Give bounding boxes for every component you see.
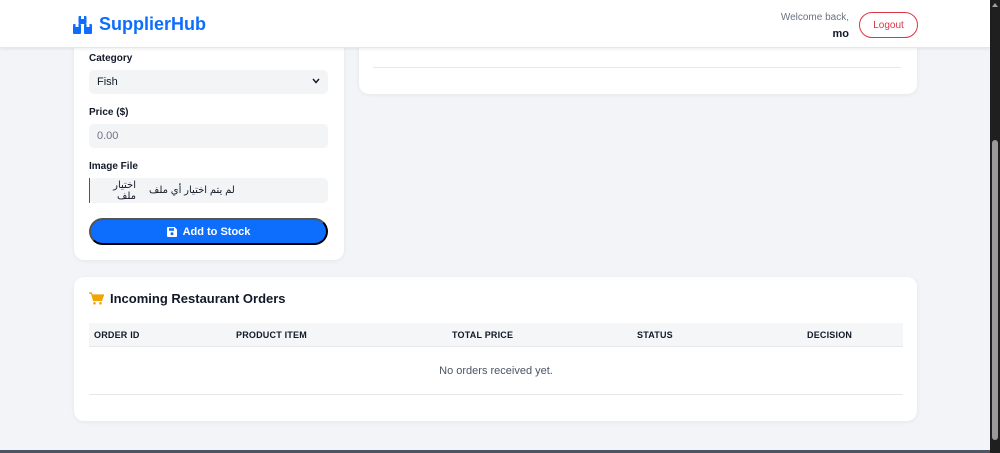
choose-file-button[interactable]: اختيار ملف [89, 178, 143, 203]
image-file-input[interactable]: اختيار ملف لم يتم اختيار أي ملف [89, 178, 328, 203]
brand[interactable]: SupplierHub [73, 14, 206, 35]
price-label: Price ($) [89, 107, 129, 118]
scroll-thumb[interactable] [992, 140, 998, 440]
orders-title-text: Incoming Restaurant Orders [110, 291, 286, 306]
welcome-block: Welcome back, mo [781, 11, 849, 41]
column-status: STATUS [637, 330, 673, 340]
file-status: لم يتم اختيار أي ملف [149, 185, 235, 196]
welcome-text: Welcome back, [780, 12, 849, 23]
column-total-price: TOTAL PRICE [452, 330, 514, 340]
brand-name: SupplierHub [99, 14, 206, 34]
empty-orders-message: No orders received yet. [439, 365, 553, 377]
price-input[interactable]: 0.00 [89, 124, 328, 148]
image-file-label: Image File [89, 161, 138, 172]
cart-icon [89, 292, 104, 305]
empty-orders-row: No orders received yet. [89, 348, 903, 395]
add-to-stock-label: Add to Stock [182, 225, 251, 238]
scroll-up-arrow-icon[interactable] [992, 3, 998, 7]
navbar: SupplierHub Welcome back, mo Logout [0, 0, 990, 48]
category-label: Category [89, 53, 133, 64]
column-order-id: ORDER ID [94, 330, 140, 340]
column-decision: DECISION [807, 330, 853, 340]
chevron-down-icon [312, 78, 320, 84]
orders-title: Incoming Restaurant Orders [89, 291, 286, 306]
logout-button[interactable]: Logout [859, 12, 918, 38]
scrollbar[interactable] [990, 0, 1000, 453]
orders-table-header: ORDER ID PRODUCT ITEM TOTAL PRICE STATUS… [89, 323, 903, 347]
category-value: Fish [97, 76, 118, 88]
save-icon [166, 226, 177, 237]
add-to-stock-button[interactable]: Add to Stock [89, 218, 328, 245]
divider [373, 67, 901, 68]
username: mo [832, 28, 850, 40]
category-select[interactable]: Fish [89, 70, 328, 94]
boxes-icon [73, 15, 92, 34]
column-product-item: PRODUCT ITEM [236, 330, 307, 340]
price-placeholder: 0.00 [97, 130, 119, 142]
